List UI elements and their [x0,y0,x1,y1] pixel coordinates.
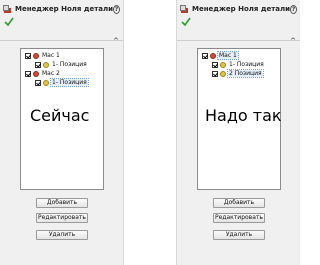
tree-checkbox[interactable] [25,52,31,59]
tree-node-label: 2 Позиция [227,69,264,78]
help-icon[interactable]: ? [113,4,120,14]
annotation-after: Надо так [205,106,282,125]
collapse-icon[interactable]: ^ [113,37,119,45]
add-button[interactable]: Добавить [36,198,88,208]
panel-header: Менеджер Ноля детали ? [3,3,120,15]
position-icon [43,61,49,68]
tree-node-label: 1- Позиция [229,61,264,68]
tree-node-label: Мас 1 [217,51,239,60]
panel-title: Менеджер Ноля детали [15,5,114,13]
delete-button[interactable]: Удалить [36,230,88,240]
annotation-before: Сейчас [30,106,90,125]
help-icon[interactable]: ? [290,4,297,14]
edit-button[interactable]: Редактировать [36,213,88,223]
tree-node-position[interactable]: 1- Позиция [35,60,88,69]
tree-node-mac1[interactable]: Мас 1 [202,51,239,60]
delete-button[interactable]: Удалить [213,230,265,240]
mac-icon [33,52,39,59]
mac-icon [210,52,216,59]
add-button[interactable]: Добавить [213,198,265,208]
tree-checkbox[interactable] [212,70,218,77]
tree-checkbox[interactable] [35,61,41,68]
app-logo-icon [180,4,189,14]
tree-checkbox[interactable] [35,79,41,86]
position-icon [220,61,226,68]
app-logo-icon [3,4,12,14]
tree-node-position[interactable]: 1- Позиция [212,60,265,69]
ok-check-icon[interactable] [4,17,14,27]
tree-node-position[interactable]: 1- Позиция [35,78,89,87]
tree-checkbox[interactable] [202,52,208,59]
mac-icon [33,70,39,77]
tree-node-label: Мас 2 [42,70,60,77]
tree-node-position[interactable]: 2 Позиция [212,69,264,78]
edit-button[interactable]: Редактировать [213,213,265,223]
tree-checkbox[interactable] [25,70,31,77]
tree-checkbox[interactable] [212,61,218,68]
panel-header: Менеджер Ноля детали ? [180,3,297,15]
position-icon [220,70,226,77]
panel-title: Менеджер Ноля детали [192,5,291,13]
group-divider [177,40,300,41]
property-manager-panel-before: Менеджер Ноля детали ? ^ Мас 1 1- Позици… [0,0,124,265]
group-divider [0,40,123,41]
collapse-icon[interactable]: ^ [290,37,296,45]
property-manager-panel-after: Менеджер Ноля детали ? ^ Мас 1 1- Позици… [176,0,300,265]
ok-check-icon[interactable] [181,17,191,27]
group-header: ^ [177,37,300,47]
tree-node-label: Мас 1 [42,52,60,59]
tree-node-label: 1- Позиция [52,61,87,68]
tree-node-label: 1- Позиция [50,78,89,87]
position-icon [43,79,49,86]
group-header: ^ [0,37,123,47]
tree-node-mac2[interactable]: Мас 2 [25,69,61,78]
tree-node-mac1[interactable]: Мас 1 [25,51,61,60]
